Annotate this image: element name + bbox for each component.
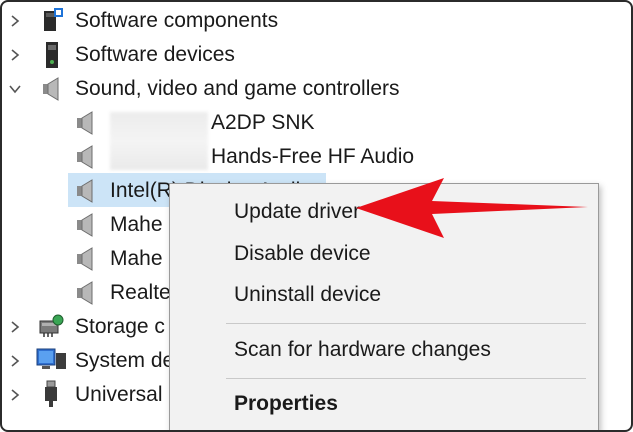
tree-item-software-components[interactable]: Software components <box>75 5 278 37</box>
speaker-icon <box>74 246 98 271</box>
chevron-right-icon[interactable] <box>8 14 22 28</box>
tree-item-label: Mahe <box>110 213 163 236</box>
usb-icon <box>42 380 66 407</box>
tree-item-label: Hands-Free HF Audio <box>211 145 415 168</box>
tree-item-label: Realte <box>110 281 171 304</box>
menu-item-uninstall-device[interactable]: Uninstall device <box>234 281 381 309</box>
tree-item-mahe-2[interactable]: Mahe <box>110 243 163 275</box>
tree-item-realtek[interactable]: Realte <box>110 277 171 309</box>
tree-item-label: System de <box>75 349 175 372</box>
chevron-down-icon[interactable] <box>8 82 22 96</box>
tree-item-label: Universal <box>75 383 163 406</box>
software-devices-icon <box>42 41 66 68</box>
chevron-right-icon[interactable] <box>8 48 22 62</box>
menu-separator <box>226 323 586 324</box>
chevron-right-icon[interactable] <box>8 354 22 368</box>
speaker-icon <box>74 110 98 135</box>
tree-item-software-devices[interactable]: Software devices <box>75 39 235 71</box>
software-components-icon <box>40 8 64 32</box>
tree-item-label: Software devices <box>75 43 235 66</box>
speaker-icon <box>74 212 98 237</box>
tree-item-storage-controllers[interactable]: Storage c <box>75 311 165 343</box>
speaker-icon <box>74 144 98 169</box>
tree-item-a2dp-snk[interactable]: A2DP SNK <box>211 107 315 139</box>
tree-item-label: Storage c <box>75 315 165 338</box>
system-devices-icon <box>36 347 66 371</box>
tree-item-label: Mahe <box>110 247 163 270</box>
tree-item-sound-video-game[interactable]: Sound, video and game controllers <box>75 73 400 105</box>
tree-item-label: Software components <box>75 9 279 32</box>
menu-separator <box>226 378 586 379</box>
chevron-right-icon[interactable] <box>8 388 22 402</box>
tree-item-mahe-1[interactable]: Mahe <box>110 209 163 241</box>
chevron-right-icon[interactable] <box>8 320 22 334</box>
blurred-region <box>110 112 208 170</box>
tree-item-system-devices[interactable]: System de <box>75 345 174 377</box>
menu-item-update-driver[interactable]: Update driver <box>234 198 360 226</box>
device-manager-window: Software components Software devices Sou… <box>0 0 633 432</box>
speaker-icon <box>74 280 98 305</box>
tree-item-label: Sound, video and game controllers <box>75 77 400 100</box>
tree-item-universal-serial-bus[interactable]: Universal <box>75 379 163 411</box>
speaker-icon <box>40 76 64 101</box>
storage-controllers-icon <box>38 313 64 337</box>
speaker-icon <box>74 178 98 203</box>
menu-item-scan-hardware-changes[interactable]: Scan for hardware changes <box>234 336 491 364</box>
tree-item-label: A2DP SNK <box>211 111 315 134</box>
tree-item-hands-free-hf-audio[interactable]: Hands-Free HF Audio <box>211 141 414 173</box>
menu-item-properties[interactable]: Properties <box>234 390 338 418</box>
red-arrow-annotation <box>356 178 588 238</box>
menu-item-disable-device[interactable]: Disable device <box>234 240 371 268</box>
